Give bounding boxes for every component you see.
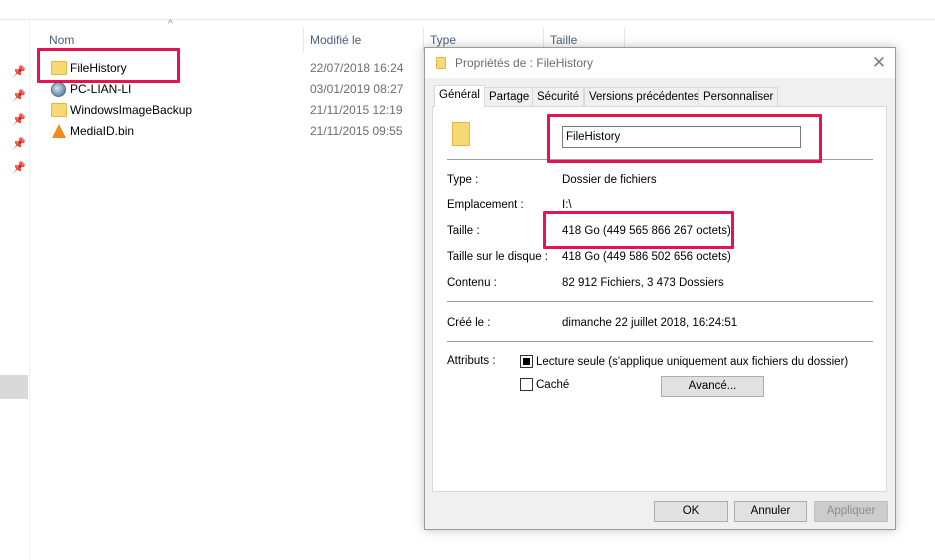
file-row[interactable]: MediaID.bin 21/11/2015 09:55 [44, 121, 424, 142]
type-value: Dossier de fichiers [562, 174, 657, 186]
pin-icon[interactable]: 📌 [12, 89, 26, 103]
apply-button[interactable]: Appliquer [814, 501, 888, 522]
file-date: 22/07/2018 16:24 [310, 61, 404, 75]
file-row[interactable]: FileHistory 22/07/2018 16:24 [44, 58, 424, 79]
ok-button[interactable]: OK [654, 501, 728, 522]
file-name: MediaID.bin [70, 124, 135, 138]
file-name: PC-LIAN-LI [70, 82, 132, 96]
general-tab-panel: Type : Dossier de fichiers Emplacement :… [432, 106, 887, 492]
contents-value: 82 912 Fichiers, 3 473 Dossiers [562, 277, 724, 289]
size-label: Taille : [447, 225, 480, 237]
pin-icon[interactable]: 📌 [12, 113, 26, 127]
tab-security[interactable]: Sécurité [532, 87, 585, 106]
created-value: dimanche 22 juillet 2018, 16:24:51 [562, 317, 738, 329]
file-date: 03/01/2019 08:27 [310, 82, 404, 96]
file-row[interactable]: PC-LIAN-LI 03/01/2019 08:27 [44, 79, 424, 100]
pin-icon[interactable]: 📌 [12, 161, 26, 175]
tab-strip: Général Partage Sécurité Versions précéd… [434, 85, 894, 107]
cancel-button[interactable]: Annuler [734, 501, 807, 522]
divider [447, 159, 873, 160]
file-name: FileHistory [70, 61, 127, 75]
file-date: 21/11/2015 09:55 [310, 124, 403, 138]
tab-sharing[interactable]: Partage [484, 87, 535, 106]
dialog-title: Propriétés de : FileHistory [455, 56, 594, 70]
contents-label: Contenu : [447, 277, 497, 289]
properties-dialog[interactable]: Propriétés de : FileHistory ✕ Général Pa… [424, 47, 896, 530]
folder-name-field[interactable] [562, 126, 801, 148]
attributes-label: Attributs : [447, 355, 496, 367]
disk-size-value: 418 Go (449 586 502 656 octets) [562, 251, 731, 263]
pin-icon[interactable]: 📌 [12, 65, 26, 79]
folder-icon [436, 57, 446, 69]
top-border [0, 19, 935, 20]
tab-general[interactable]: Général [434, 85, 485, 107]
nav-selected-item[interactable] [0, 375, 28, 399]
tab-previous-versions[interactable]: Versions précédentes [584, 87, 705, 106]
divider [447, 341, 873, 342]
column-header-modified[interactable]: Modifié le [304, 28, 422, 52]
folder-icon [51, 61, 67, 75]
file-name: WindowsImageBackup [70, 103, 193, 117]
type-label: Type : [447, 174, 479, 186]
folder-large-icon [452, 122, 470, 146]
file-row[interactable]: WindowsImageBackup 21/11/2015 12:19 [44, 100, 424, 121]
pin-icon[interactable]: 📌 [12, 137, 26, 151]
size-value: 418 Go (449 565 866 267 octets) [562, 225, 731, 237]
location-value: I:\ [562, 199, 572, 211]
computer-network-icon [51, 82, 66, 97]
column-header-name[interactable]: Nom [43, 28, 303, 52]
location-label: Emplacement : [447, 199, 524, 211]
hidden-label[interactable]: Caché [536, 377, 569, 393]
folder-icon [51, 103, 67, 117]
disk-size-label: Taille sur le disque : [447, 251, 548, 263]
tab-customize[interactable]: Personnaliser [698, 87, 779, 106]
created-label: Créé le : [447, 317, 491, 329]
vlc-cone-icon [52, 124, 66, 138]
navigation-pane[interactable]: 📌 📌 📌 📌 📌 [0, 20, 30, 560]
readonly-label[interactable]: Lecture seule (s'applique uniquement aux… [536, 354, 848, 370]
close-icon[interactable]: ✕ [865, 50, 893, 76]
readonly-checkbox[interactable] [520, 355, 533, 368]
hidden-checkbox[interactable] [520, 378, 533, 391]
advanced-button[interactable]: Avancé... [661, 376, 764, 397]
file-date: 21/11/2015 12:19 [310, 103, 403, 117]
dialog-titlebar[interactable]: Propriétés de : FileHistory ✕ [425, 48, 895, 78]
divider [447, 301, 873, 302]
